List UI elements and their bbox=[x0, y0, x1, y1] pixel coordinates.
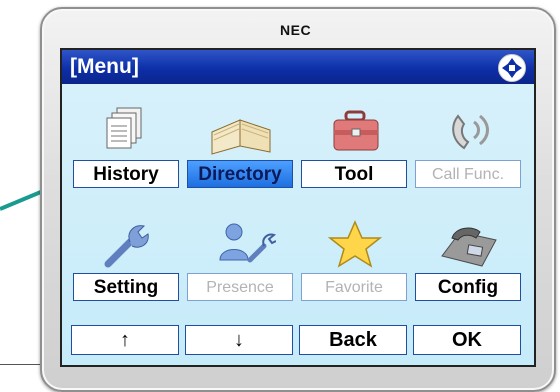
setting-button[interactable]: Setting bbox=[73, 273, 179, 301]
menu-title: [Menu] bbox=[70, 55, 139, 78]
history-button[interactable]: History bbox=[73, 160, 179, 188]
baseline-line bbox=[0, 364, 44, 365]
softkey-ok[interactable]: OK bbox=[413, 325, 521, 355]
star-icon bbox=[320, 216, 390, 272]
softkey-back[interactable]: Back bbox=[299, 325, 407, 355]
softkey-up[interactable]: ↑ bbox=[71, 325, 179, 355]
favorite-button[interactable]: Favorite bbox=[301, 273, 407, 301]
toolbox-icon bbox=[320, 102, 390, 158]
call-func-button[interactable]: Call Func. bbox=[415, 160, 521, 188]
config-button[interactable]: Config bbox=[415, 273, 521, 301]
presence-button[interactable]: Presence bbox=[187, 273, 293, 301]
four-way-navigation-icon bbox=[498, 54, 526, 82]
tool-button[interactable]: Tool bbox=[301, 160, 407, 188]
softkey-down[interactable]: ↓ bbox=[185, 325, 293, 355]
directory-button[interactable]: Directory bbox=[187, 160, 293, 188]
display-screen: [Menu] History Directory Tool Call Func.… bbox=[60, 48, 536, 367]
phone-call-icon bbox=[434, 102, 504, 158]
presence-users-icon bbox=[206, 216, 277, 272]
directory-book-icon bbox=[206, 102, 276, 158]
wrench-icon bbox=[92, 216, 162, 272]
brand-logo: NEC bbox=[280, 22, 312, 38]
menu-title-bar: [Menu] bbox=[62, 50, 534, 84]
desk-phone-icon bbox=[434, 216, 504, 272]
history-icon bbox=[92, 102, 162, 158]
